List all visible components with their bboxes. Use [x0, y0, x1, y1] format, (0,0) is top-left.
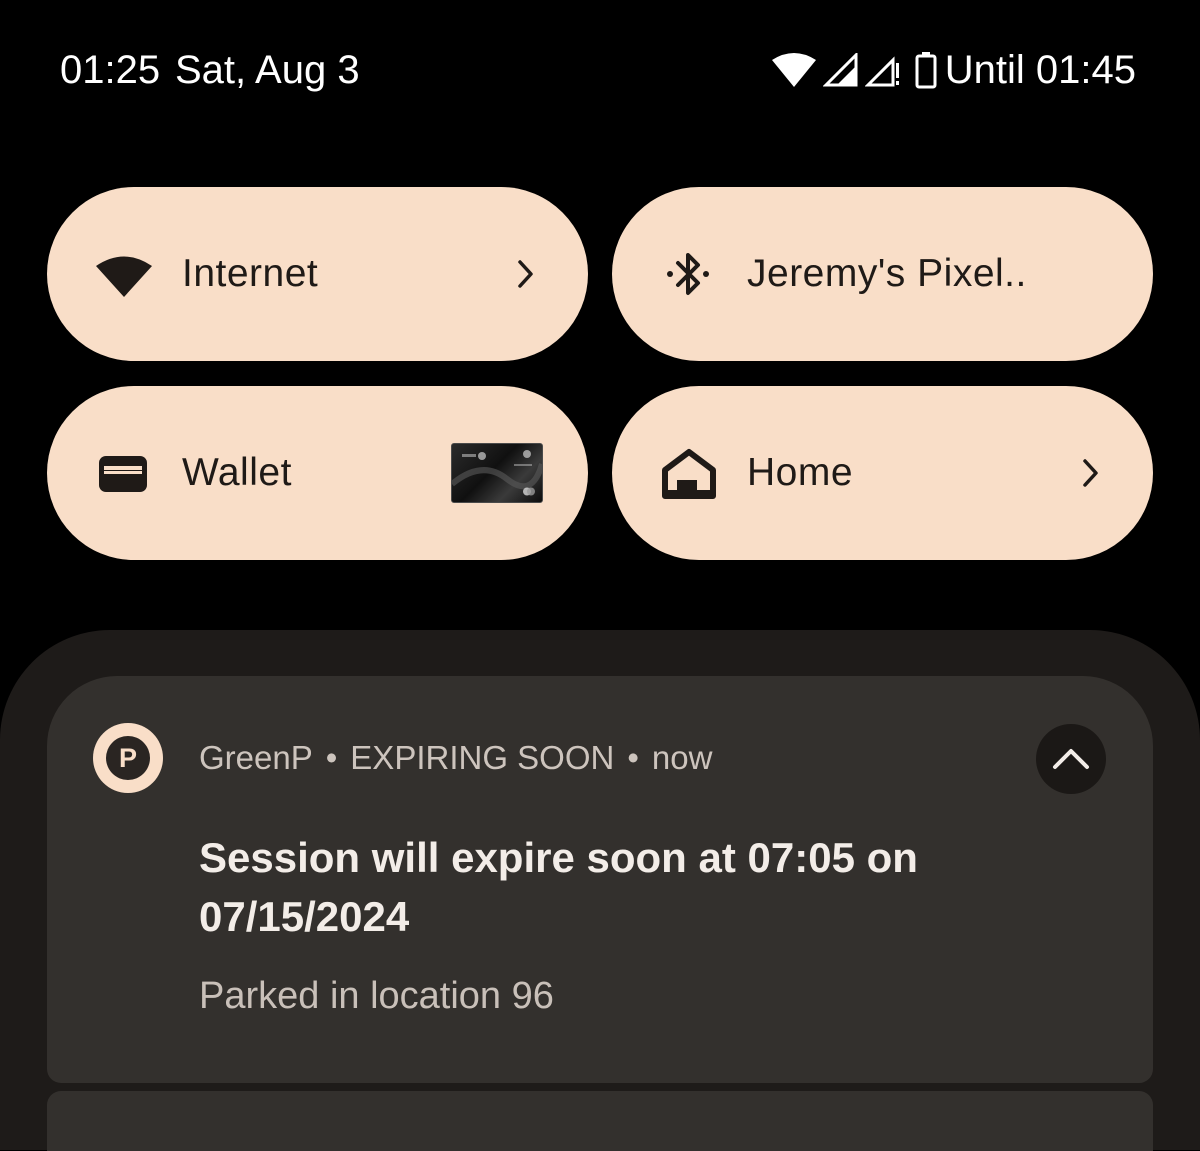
parking-icon: P — [106, 736, 150, 780]
battery-saver-until: Until 01:45 — [944, 48, 1136, 92]
bluetooth-icon — [667, 253, 709, 295]
app-name: GreenP — [199, 739, 313, 776]
notification-header: GreenP • EXPIRING SOON • now — [199, 736, 712, 780]
tile-label: Wallet — [182, 451, 292, 494]
status-bar: 01:25 Sat, Aug 3 Until 01:45 — [0, 0, 1200, 140]
status-date: Sat, Aug 3 — [175, 48, 360, 92]
wallet-icon — [99, 456, 147, 492]
tile-bluetooth[interactable]: Jeremy's Pixel.. — [612, 187, 1153, 361]
notification-channel: EXPIRING SOON — [350, 739, 615, 776]
tile-wallet[interactable]: Wallet — [47, 386, 588, 560]
collapse-button[interactable] — [1036, 724, 1106, 794]
cell-signal-icon — [822, 53, 858, 87]
tile-label: Internet — [182, 252, 319, 295]
battery-icon — [915, 52, 937, 89]
notification-body: Parked in location 96 — [199, 975, 554, 1017]
payment-card-thumbnail — [451, 443, 543, 503]
tile-internet[interactable]: Internet — [47, 187, 588, 361]
chevron-right-icon — [518, 260, 533, 288]
status-icons: Until 01:45 — [771, 48, 1136, 92]
tile-home[interactable]: Home — [612, 386, 1153, 560]
tile-label: Jeremy's Pixel.. — [747, 252, 1027, 295]
next-notification-card[interactable] — [47, 1091, 1153, 1151]
separator-dot: • — [325, 739, 338, 776]
wifi-icon — [96, 256, 152, 297]
status-time: 01:25 — [60, 48, 161, 92]
notification-card[interactable]: P GreenP • EXPIRING SOON • now Session will … — [47, 676, 1153, 1083]
card-network-icon — [523, 487, 535, 496]
tile-label: Home — [747, 451, 854, 494]
chevron-right-icon — [1083, 459, 1098, 487]
cell-signal-no-data-icon — [864, 56, 899, 87]
notification-title: Session will expire soon at 07:05 on 07/… — [199, 834, 918, 940]
separator-dot: • — [627, 739, 639, 776]
chevron-up-icon — [1053, 749, 1089, 769]
notification-time: now — [651, 739, 713, 776]
wifi-icon — [771, 53, 816, 87]
app-icon: P — [93, 723, 163, 793]
home-icon — [662, 449, 716, 499]
